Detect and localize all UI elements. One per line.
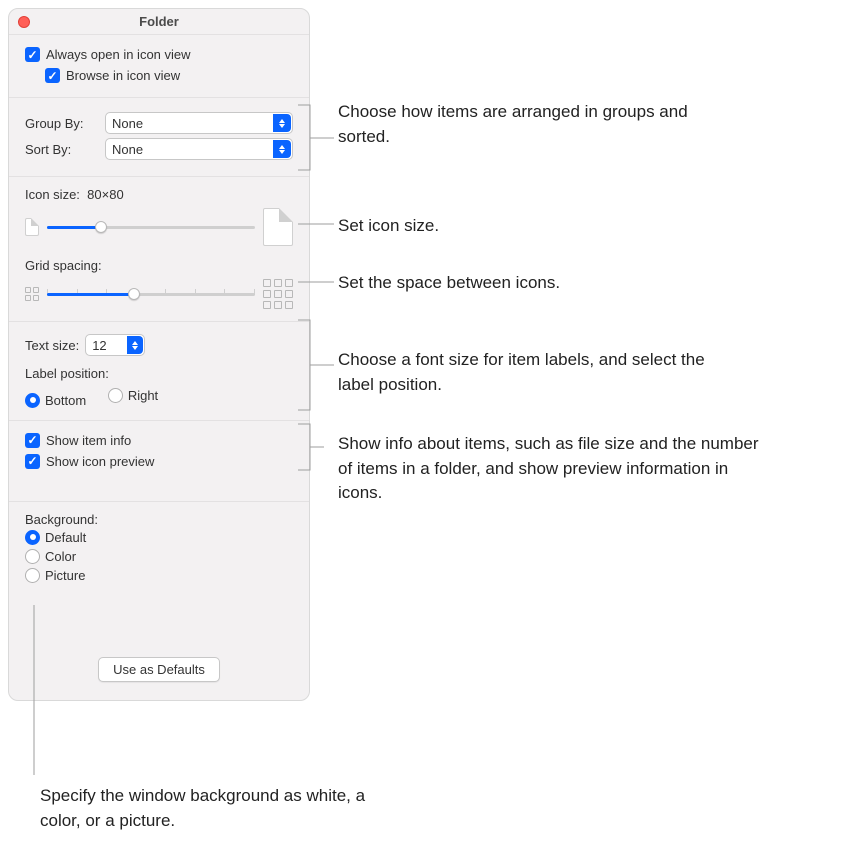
select-group-by-value: None — [112, 116, 143, 131]
callout-grouping: Choose how items are arranged in groups … — [338, 100, 698, 149]
section-sizing: Icon size: 80×80 Grid spacing: — [9, 177, 309, 322]
label-show-item-info: Show item info — [46, 433, 131, 448]
label-bottom: Bottom — [45, 393, 86, 408]
updown-icon — [273, 140, 291, 158]
section-background: Background: Default Color Picture — [9, 502, 309, 597]
select-text-size[interactable]: 12 — [85, 334, 145, 356]
callout-icon-size: Set icon size. — [338, 214, 698, 239]
label-browse: Browse in icon view — [66, 68, 180, 83]
slider-icon-size[interactable] — [47, 216, 255, 238]
select-sort-by[interactable]: None — [105, 138, 293, 160]
titlebar: Folder — [9, 9, 309, 35]
select-group-by[interactable]: None — [105, 112, 293, 134]
label-show-icon-preview: Show icon preview — [46, 454, 154, 469]
label-bg-color: Color — [45, 549, 76, 564]
loose-grid-icon — [263, 279, 293, 309]
callout-grid-spacing: Set the space between icons. — [338, 271, 698, 296]
label-background: Background: — [25, 512, 98, 527]
label-label-position: Label position: — [25, 366, 109, 381]
callout-show: Show info about items, such as file size… — [338, 432, 768, 506]
label-bg-default: Default — [45, 530, 86, 545]
use-as-defaults-button[interactable]: Use as Defaults — [98, 657, 220, 682]
callout-background: Specify the window background as white, … — [40, 784, 400, 833]
window-title: Folder — [139, 14, 179, 29]
label-bg-picture: Picture — [45, 568, 85, 583]
label-grid-spacing: Grid spacing: — [25, 258, 102, 273]
radio-label-right[interactable] — [108, 388, 123, 403]
small-file-icon — [25, 218, 39, 236]
radio-bg-color[interactable] — [25, 549, 40, 564]
label-icon-size: Icon size: — [25, 187, 80, 202]
section-view-mode: Always open in icon view Browse in icon … — [9, 35, 309, 98]
updown-icon — [273, 114, 291, 132]
footer: Use as Defaults — [9, 597, 309, 700]
section-text: Text size: 12 Label position: Bottom Rig… — [9, 322, 309, 421]
callout-text: Choose a font size for item labels, and … — [338, 348, 718, 397]
close-icon[interactable] — [18, 16, 30, 28]
radio-bg-picture[interactable] — [25, 568, 40, 583]
updown-icon — [127, 336, 143, 354]
slider-grid-spacing[interactable] — [47, 283, 255, 305]
checkbox-show-icon-preview[interactable] — [25, 454, 40, 469]
label-group-by: Group By: — [25, 116, 105, 131]
value-text-size: 12 — [92, 338, 106, 353]
radio-label-bottom[interactable] — [25, 393, 40, 408]
label-always-open: Always open in icon view — [46, 47, 191, 62]
view-options-panel: Folder Always open in icon view Browse i… — [8, 8, 310, 701]
radio-bg-default[interactable] — [25, 530, 40, 545]
checkbox-show-item-info[interactable] — [25, 433, 40, 448]
section-grouping: Group By: None Sort By: None — [9, 98, 309, 177]
label-sort-by: Sort By: — [25, 142, 105, 157]
checkbox-always-open-icon-view[interactable] — [25, 47, 40, 62]
select-sort-by-value: None — [112, 142, 143, 157]
tight-grid-icon — [25, 287, 39, 301]
value-icon-size: 80×80 — [87, 187, 124, 202]
label-text-size: Text size: — [25, 338, 79, 353]
section-show: Show item info Show icon preview — [9, 421, 309, 502]
label-right: Right — [128, 388, 158, 403]
checkbox-browse-icon-view[interactable] — [45, 68, 60, 83]
large-file-icon — [263, 208, 293, 246]
